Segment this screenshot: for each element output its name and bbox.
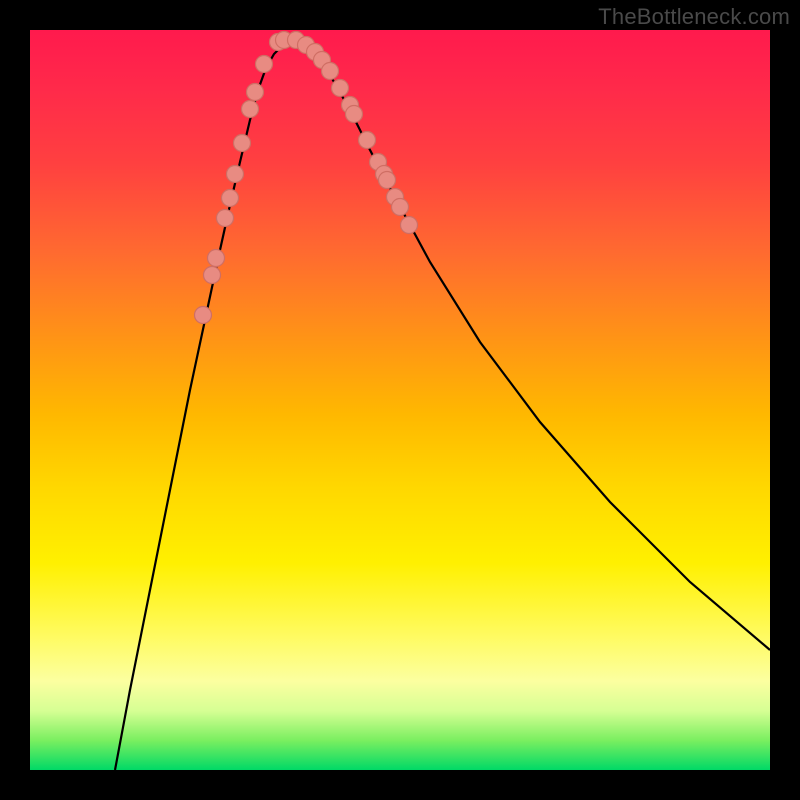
marker-dot	[242, 101, 259, 118]
marker-dot	[227, 166, 244, 183]
marker-dot	[379, 172, 396, 189]
watermark-text: TheBottleneck.com	[598, 4, 790, 30]
chart-frame: TheBottleneck.com	[0, 0, 800, 800]
marker-dots	[195, 32, 418, 324]
bottleneck-curve	[115, 42, 770, 770]
marker-dot	[322, 63, 339, 80]
marker-dot	[392, 199, 409, 216]
marker-dot	[401, 217, 418, 234]
marker-dot	[332, 80, 349, 97]
marker-dot	[256, 56, 273, 73]
marker-dot	[208, 250, 225, 267]
plot-area	[30, 30, 770, 770]
marker-dot	[217, 210, 234, 227]
marker-dot	[204, 267, 221, 284]
marker-dot	[195, 307, 212, 324]
marker-dot	[247, 84, 264, 101]
marker-dot	[359, 132, 376, 149]
curve-layer	[30, 30, 770, 770]
marker-dot	[346, 106, 363, 123]
marker-dot	[234, 135, 251, 152]
marker-dot	[222, 190, 239, 207]
